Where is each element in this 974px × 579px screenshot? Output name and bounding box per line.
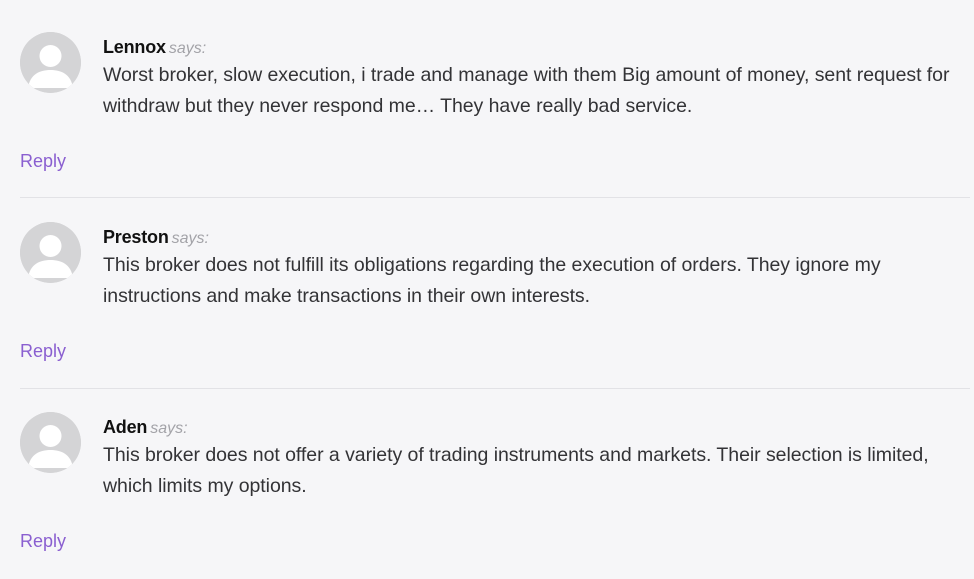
comment-meta: Preston says: xyxy=(103,225,209,251)
comment-text: This broker does not fulfill its obligat… xyxy=(103,254,881,307)
default-avatar-icon xyxy=(20,222,81,283)
comment-meta: Lennox says: xyxy=(103,35,206,61)
comment-text: Worst broker, slow execution, i trade an… xyxy=(103,64,950,117)
comment-divider xyxy=(20,388,970,389)
says-label: says: xyxy=(150,420,188,437)
reply-link[interactable]: Reply xyxy=(20,529,66,553)
reply-link[interactable]: Reply xyxy=(20,149,66,173)
default-avatar-icon xyxy=(20,412,81,473)
reply-link[interactable]: Reply xyxy=(20,339,66,363)
comment-meta: Aden says: xyxy=(103,415,188,441)
says-label: says: xyxy=(171,230,209,247)
comment-list: Lennox says: Worst broker, slow execution… xyxy=(0,0,974,579)
comment-author: Preston xyxy=(103,227,169,247)
comment-author: Lennox xyxy=(103,37,166,57)
comment-divider xyxy=(20,197,970,198)
default-avatar-icon xyxy=(20,32,81,93)
comment-text: This broker does not offer a variety of … xyxy=(103,444,929,497)
comment-author: Aden xyxy=(103,417,148,437)
says-label: says: xyxy=(168,40,207,57)
